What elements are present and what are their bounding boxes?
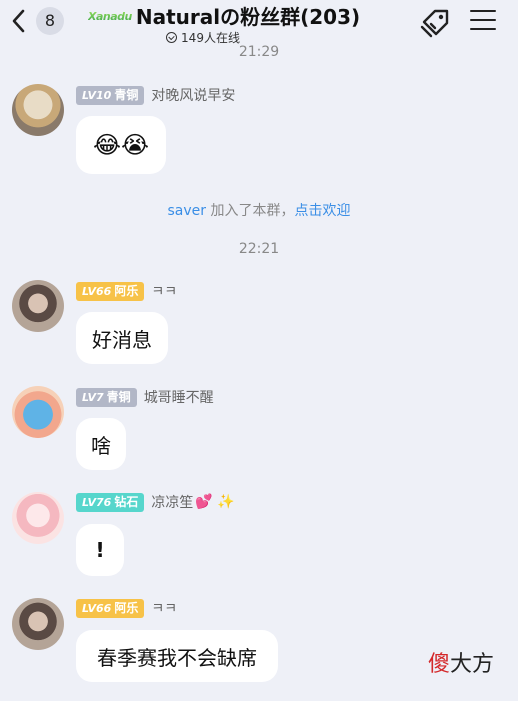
sender-info: LV10 青铜 对晚风说早安 bbox=[76, 85, 235, 105]
watermark-text: 大方 bbox=[450, 652, 495, 677]
watermark: 傻大方 bbox=[428, 646, 494, 678]
message-text: 好消息 bbox=[92, 327, 152, 352]
message-text: ! bbox=[95, 538, 105, 562]
join-user-link[interactable]: saver bbox=[168, 203, 207, 219]
sender-info: LV7 青铜 城哥睡不醒 bbox=[76, 387, 214, 407]
message-bubble[interactable]: 好消息 bbox=[76, 312, 168, 364]
sender-nickname[interactable]: 凉凉笙 💕 ✨ bbox=[151, 492, 234, 512]
avatar[interactable] bbox=[12, 280, 64, 332]
menu-line bbox=[470, 10, 496, 13]
level-title: 钻石 bbox=[114, 494, 139, 509]
menu-button[interactable] bbox=[470, 10, 496, 34]
message-text: 啥 bbox=[91, 433, 111, 458]
level-number: LV76 bbox=[82, 495, 112, 509]
back-button[interactable]: 8 bbox=[8, 6, 64, 36]
message-bubble[interactable]: ! bbox=[76, 524, 124, 576]
message-bubble[interactable]: 春季赛我不会缺席 bbox=[76, 630, 278, 682]
avatar[interactable] bbox=[12, 84, 64, 136]
message-bubble[interactable]: 😂😭 bbox=[76, 116, 166, 174]
menu-line bbox=[470, 27, 496, 31]
message-text: 😂😭 bbox=[92, 131, 150, 159]
level-title: 阿乐 bbox=[114, 283, 139, 298]
app-logo: Xanadu bbox=[88, 9, 132, 23]
sender-nickname[interactable]: 对晚风说早安 bbox=[151, 85, 235, 105]
level-number: LV66 bbox=[82, 284, 112, 298]
watermark-red-text: 傻 bbox=[428, 652, 451, 677]
level-badge: LV66 阿乐 bbox=[76, 281, 145, 301]
online-check-icon bbox=[166, 31, 178, 43]
avatar[interactable] bbox=[12, 598, 64, 650]
sender-nickname[interactable]: ㅋㅋ bbox=[151, 281, 177, 301]
system-notice: saver 加入了本群，点击欢迎 bbox=[0, 200, 518, 220]
chat-header: 8 Xanadu Naturalの粉丝群(203) 149人在线 bbox=[0, 0, 518, 50]
heart-sparkle-icon: 💕 ✨ bbox=[195, 494, 235, 510]
level-title: 青铜 bbox=[106, 389, 131, 404]
welcome-link[interactable]: 点击欢迎 bbox=[294, 203, 350, 219]
menu-line bbox=[470, 18, 496, 22]
message-bubble[interactable]: 啥 bbox=[76, 418, 126, 470]
level-title: 阿乐 bbox=[114, 600, 139, 615]
level-number: LV66 bbox=[82, 601, 112, 615]
level-badge: LV76 钻石 bbox=[76, 492, 145, 512]
title-area[interactable]: Xanadu Naturalの粉丝群(203) 149人在线 bbox=[88, 2, 388, 48]
sender-nickname[interactable]: 城哥睡不醒 bbox=[144, 387, 214, 407]
message-text: 春季赛我不会缺席 bbox=[97, 645, 257, 670]
unread-count-badge: 8 bbox=[36, 7, 64, 35]
timestamp: 21:29 bbox=[238, 44, 280, 60]
group-title: Naturalの粉丝群(203) bbox=[135, 4, 361, 29]
sender-info: LV76 钻石 凉凉笙 💕 ✨ bbox=[76, 492, 235, 512]
online-text: 149人在线 bbox=[181, 30, 240, 45]
sender-nickname[interactable]: ㅋㅋ bbox=[151, 598, 177, 618]
level-badge: LV66 阿乐 bbox=[76, 598, 145, 618]
avatar[interactable] bbox=[12, 386, 64, 438]
sender-info: LV66 阿乐 ㅋㅋ bbox=[76, 598, 177, 618]
sender-info: LV66 阿乐 ㅋㅋ bbox=[76, 281, 177, 301]
level-number: LV10 bbox=[82, 88, 112, 102]
timestamp: 22:21 bbox=[238, 241, 280, 257]
nickname-text: 凉凉笙 bbox=[151, 495, 194, 511]
tag-icon[interactable] bbox=[418, 6, 454, 40]
system-text: 加入了本群， bbox=[206, 203, 295, 219]
avatar[interactable] bbox=[12, 492, 64, 544]
level-number: LV7 bbox=[82, 390, 104, 404]
level-title: 青铜 bbox=[114, 87, 139, 102]
level-badge: LV10 青铜 bbox=[76, 85, 145, 105]
level-badge: LV7 青铜 bbox=[76, 387, 137, 407]
chevron-left-icon bbox=[12, 9, 25, 33]
